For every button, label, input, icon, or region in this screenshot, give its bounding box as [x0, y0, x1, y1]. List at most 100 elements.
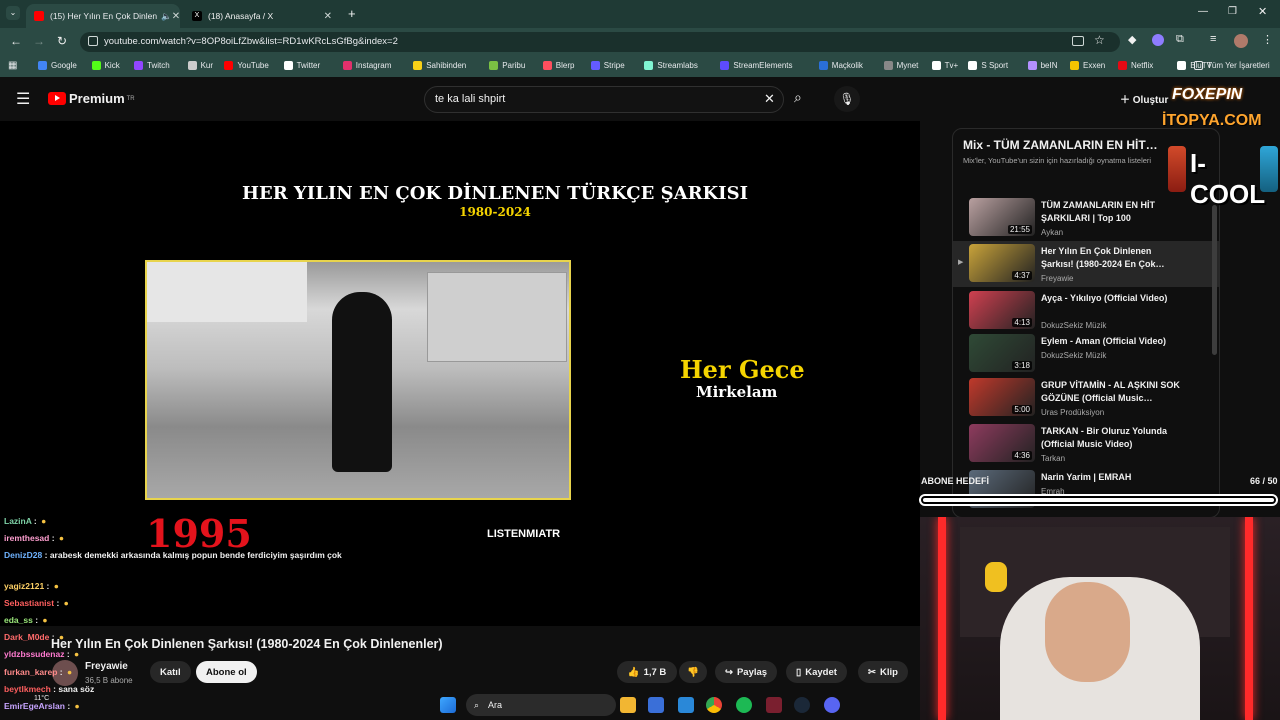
bookmark-stripe[interactable]: Stripe: [590, 61, 625, 70]
bookmark-youtube[interactable]: YouTube: [224, 61, 269, 70]
puzzle-icon[interactable]: ⧉: [1176, 33, 1184, 46]
bookmark-ma-kolik[interactable]: Maçkolik: [818, 61, 863, 70]
playlist-item[interactable]: 3:18 Eylem - Aman (Official Video) DokuzSe…: [953, 331, 1219, 377]
hamburger-menu-icon[interactable]: ☰: [16, 89, 30, 109]
playlist-item[interactable]: 5:00 GRUP VİTAMİN - AL AŞKINI SOK GÖZÜNE …: [953, 375, 1219, 421]
playlist-item-channel: Freyawie: [1041, 274, 1074, 283]
join-button[interactable]: Katıl: [150, 661, 191, 683]
avatar[interactable]: [1234, 34, 1248, 48]
file-explorer-icon[interactable]: [620, 697, 636, 713]
search-input[interactable]: te ka lali shpirt: [424, 86, 784, 113]
bookmark-twitter[interactable]: Twitter: [283, 61, 321, 70]
bookmark-label: Maçkolik: [831, 61, 863, 70]
maximize-button[interactable]: ❐: [1228, 6, 1237, 17]
extension-icon[interactable]: [1152, 34, 1164, 46]
playlist-item[interactable]: 4:13 Ayça - Yıkılıyo (Official Video) Doku…: [953, 288, 1219, 334]
bookmark-twitch[interactable]: Twitch: [134, 61, 170, 70]
discord-icon[interactable]: [824, 697, 840, 713]
clear-search-icon[interactable]: ✕: [764, 91, 775, 107]
menu-icon[interactable]: ≡: [1210, 33, 1216, 45]
search-icon[interactable]: ⌕: [794, 89, 802, 106]
bookmark-mynet[interactable]: Mynet: [883, 61, 918, 70]
new-tab-button[interactable]: +: [348, 6, 356, 21]
bookmark-icon: [342, 61, 352, 70]
clip-button[interactable]: ✂ Klip: [858, 661, 908, 683]
save-button[interactable]: ▯ Kaydet: [786, 661, 847, 683]
bookmark-exxen[interactable]: Exxen: [1070, 61, 1105, 70]
taskbar-search-label: Ara: [488, 700, 503, 710]
next-icon[interactable]: [766, 697, 782, 713]
mic-icon[interactable]: 🎙: [834, 86, 860, 112]
bookmark-paribu[interactable]: Paribu: [489, 61, 525, 70]
close-icon[interactable]: ✕: [172, 11, 180, 22]
like-button[interactable]: 👍 1,7 B: [617, 661, 677, 683]
cast-icon[interactable]: [1072, 36, 1084, 46]
music-video-clip: [145, 260, 571, 500]
create-button[interactable]: ＋ Oluştur: [1120, 91, 1168, 106]
bookmark-instagram[interactable]: Instagram: [342, 61, 391, 70]
windows-start-icon[interactable]: [440, 697, 456, 713]
bookmark-label: Twitter: [296, 61, 321, 70]
bookmark-google[interactable]: Google: [38, 61, 77, 70]
apps-icon[interactable]: ▦: [8, 60, 17, 71]
bookmark-blerp[interactable]: Blerp: [542, 61, 575, 70]
emote-icon: ●: [53, 581, 59, 591]
spotify-icon[interactable]: [736, 697, 752, 713]
back-icon[interactable]: ←: [10, 34, 22, 48]
playlist-item[interactable]: Narin Yarim | EMRAH Emrah: [953, 467, 1219, 513]
all-bookmarks-button[interactable]: Tüm Yer İşaretleri: [1194, 61, 1270, 70]
playlist-item[interactable]: 4:36 TARKAN - Bir Oluruz Yolunda (Officia…: [953, 421, 1219, 467]
bookmark-streamelements[interactable]: StreamElements: [720, 61, 793, 70]
site-info-icon[interactable]: [88, 36, 98, 46]
bookmark-s-sport[interactable]: S Sport: [968, 61, 1008, 70]
playlist-scrollbar[interactable]: [1212, 205, 1217, 355]
bookmark-sahibinden[interactable]: Sahibinden: [413, 61, 466, 70]
subscriber-goal-fill: [923, 498, 1274, 502]
youtube-logo[interactable]: Premium TR: [48, 91, 135, 106]
star-icon[interactable]: ☆: [1094, 33, 1105, 47]
bookmark-icon: [1027, 61, 1037, 70]
bookmark-label: Sahibinden: [426, 61, 467, 70]
tab-x[interactable]: X (18) Anasayfa / X ✕: [184, 4, 340, 28]
bookmark-netflix[interactable]: Netflix: [1118, 61, 1153, 70]
bookmark-kick[interactable]: Kick: [91, 61, 120, 70]
tab-search-icon[interactable]: ⌄: [6, 6, 20, 20]
chrome-icon[interactable]: [706, 697, 722, 713]
search-icon: ⌕: [474, 700, 480, 710]
chat-separator: :: [31, 516, 40, 526]
playlist-item-title: Her Yılın En Çok Dinlenen Şarkısı! (1980…: [1041, 246, 1165, 269]
store-icon[interactable]: [648, 697, 664, 713]
bookmark-icon: ▯: [796, 666, 802, 678]
url-input[interactable]: youtube.com/watch?v=8OP8oiLfZbw&list=RD1…: [80, 32, 1120, 52]
extension-icon[interactable]: ◆: [1128, 33, 1136, 46]
playlist-item[interactable]: 21:55 TÜM ZAMANLARIN EN HİT ŞARKILARI | T…: [953, 195, 1219, 241]
close-icon[interactable]: ✕: [324, 11, 332, 22]
reload-icon[interactable]: ↻: [57, 34, 67, 48]
mail-icon[interactable]: [678, 697, 694, 713]
chat-separator: :: [57, 667, 65, 677]
video-heading: HER YILIN EN ÇOK DİNLENEN TÜRKÇE ŞARKISI: [241, 183, 749, 204]
bookmark-tv-[interactable]: Tv+: [931, 61, 958, 70]
close-window-button[interactable]: ✕: [1258, 5, 1267, 18]
bookmark-bein[interactable]: beIN: [1027, 61, 1058, 70]
tab-youtube[interactable]: (15) Her Yılın En Çok Dinlen 🔈 ✕: [26, 4, 180, 28]
bookmark-streamlabs[interactable]: Streamlabs: [644, 61, 698, 70]
playlist-item[interactable]: ▶ 4:37 Her Yılın En Çok Dinlenen Şarkısı! …: [953, 241, 1219, 287]
forward-icon[interactable]: →: [33, 34, 45, 48]
kebab-menu-icon[interactable]: ⋮: [1262, 33, 1273, 46]
chat-separator: :: [49, 632, 57, 642]
subscribe-button[interactable]: Abone ol: [196, 661, 257, 683]
folder-icon: [1194, 61, 1203, 70]
channel-name[interactable]: Freyawie: [85, 661, 128, 672]
steam-icon[interactable]: [794, 697, 810, 713]
dislike-button[interactable]: 👎: [679, 661, 707, 683]
chat-separator: :: [54, 598, 62, 608]
minimize-button[interactable]: —: [1198, 6, 1208, 17]
chat-text: arabesk demekki arkasında kalmış popun b…: [49, 550, 342, 560]
emote-icon: ●: [58, 533, 65, 543]
video-thumbnail: 4:37: [969, 244, 1035, 282]
share-button[interactable]: ↪ Paylaş: [715, 661, 778, 683]
bookmark-kur[interactable]: Kur: [187, 61, 213, 70]
taskbar-search[interactable]: ⌕ Ara: [466, 694, 616, 716]
bookmark-label: Blerp: [555, 61, 575, 70]
